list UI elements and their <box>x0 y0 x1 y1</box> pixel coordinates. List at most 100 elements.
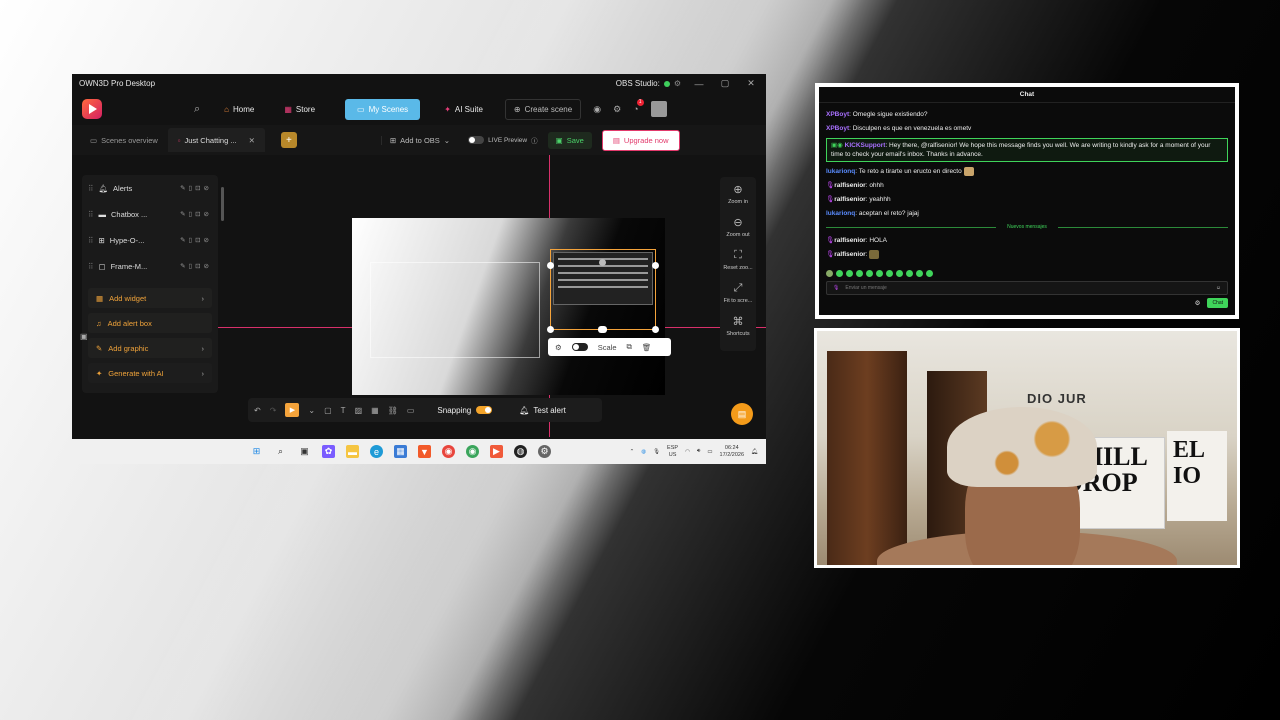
microphone-icon[interactable]: 🎙︎ <box>653 449 660 455</box>
emoji-picker-icon[interactable]: ☺ <box>1216 285 1221 291</box>
resize-handle[interactable] <box>598 326 607 333</box>
layer-item[interactable]: ⠿ ⊞ Hype-O-... ✎▯⊡⊘ <box>82 227 218 253</box>
frame-outline[interactable] <box>370 262 540 358</box>
obs-settings-icon[interactable]: ⚙ <box>674 79 681 88</box>
text-tool-icon[interactable]: T <box>341 406 346 415</box>
chat-settings-icon[interactable]: ⚙ <box>1195 299 1201 307</box>
resize-handle[interactable] <box>547 326 554 333</box>
undo-icon[interactable]: ↶ <box>254 406 261 415</box>
emote-icon[interactable] <box>826 270 833 278</box>
eye-icon[interactable]: ◉ <box>593 104 601 115</box>
live-preview-switch[interactable] <box>468 136 485 144</box>
live-preview-toggle[interactable]: LIVE Preview ⓘ <box>468 135 538 145</box>
add-to-obs-button[interactable]: ⊞ Add to OBS ⌄ <box>380 135 450 145</box>
minimize-icon[interactable]: — <box>691 79 707 89</box>
drag-handle-icon[interactable]: ⠿ <box>88 184 94 193</box>
tab-just-chatting[interactable]: ▫ Just Chatting ... ✕ <box>167 128 265 152</box>
layer-actions[interactable]: ✎▯⊡⊘ <box>180 236 212 244</box>
zoom-in-button[interactable]: ⊕ Zoom in <box>728 183 748 205</box>
obs-app-icon[interactable]: ◍ <box>514 445 527 458</box>
help-chat-button[interactable]: ▤ <box>731 403 753 425</box>
upgrade-button[interactable]: ▤ Upgrade now <box>601 129 680 151</box>
chat-username[interactable]: ralfisenior <box>834 196 865 203</box>
wifi-icon[interactable]: ◠ <box>685 449 690 455</box>
drag-handle-icon[interactable]: ⠿ <box>88 236 94 245</box>
select-tool-icon[interactable]: ▶ <box>285 403 300 417</box>
nav-home[interactable]: ⌂ Home <box>224 105 254 114</box>
tray-app-icon[interactable]: ◍ <box>641 449 646 455</box>
test-alert-button[interactable]: 🔔︎ Test alert <box>519 406 566 415</box>
nav-my-scenes[interactable]: ▭ My Scenes <box>345 98 421 120</box>
search-icon[interactable]: ⌕ <box>194 103 200 116</box>
notification-bell-icon[interactable]: 🔔︎ <box>751 449 758 455</box>
layer-item[interactable]: ⠿ ▬ Chatbox ... ✎▯⊡⊘ <box>82 201 218 227</box>
drag-handle-icon[interactable]: ⠿ <box>88 210 94 219</box>
chat-username[interactable]: KICKSupport <box>845 142 886 149</box>
zoom-out-button[interactable]: ⊖ Zoom out <box>726 216 749 238</box>
chrome-profile-icon[interactable]: ◉ <box>466 445 479 458</box>
chevron-down-icon[interactable]: ⌄ <box>308 406 315 415</box>
emote-icon[interactable] <box>866 270 873 278</box>
add-alert-box-button[interactable]: ♫ Add alert box <box>88 313 212 333</box>
rectangle-tool-icon[interactable]: ▢ <box>324 406 332 415</box>
battery-icon[interactable]: ▭ <box>707 449 712 455</box>
widget-tool-icon[interactable]: ▭ <box>407 406 415 415</box>
redo-icon[interactable]: ↷ <box>270 406 277 415</box>
create-scene-button[interactable]: ⊕ Create scene <box>504 98 582 120</box>
emote-icon[interactable] <box>876 270 883 278</box>
resize-handle[interactable] <box>652 326 659 333</box>
layer-item[interactable]: ⠿ 🔔︎ Alerts ✎▯⊡⊘ <box>82 175 218 201</box>
resize-handle[interactable] <box>652 262 659 269</box>
scale-toggle[interactable] <box>571 343 588 351</box>
snapping-switch[interactable] <box>476 406 493 414</box>
chat-username[interactable]: XPBoyt <box>826 125 849 132</box>
chat-username[interactable]: lukarionq <box>826 168 855 175</box>
tab-close-icon[interactable]: ✕ <box>249 136 255 145</box>
layers-scrollbar[interactable] <box>221 187 224 221</box>
own3d-logo-icon[interactable] <box>82 99 102 119</box>
rotate-handle[interactable] <box>599 259 606 266</box>
shortcuts-button[interactable]: ⌘ Shortcuts <box>726 315 749 337</box>
emote-icon[interactable] <box>916 270 923 278</box>
chat-username[interactable]: ralfisenior <box>834 251 865 258</box>
layer-actions[interactable]: ✎▯⊡⊘ <box>180 262 212 270</box>
brave-icon[interactable]: ▼ <box>418 445 431 458</box>
scene-canvas[interactable] <box>352 218 665 395</box>
search-icon[interactable]: ⌕ <box>274 445 287 458</box>
layer-item[interactable]: ⠿ ▢ Frame-M... ✎▯⊡⊘ <box>82 253 218 279</box>
chat-username[interactable]: ralfisenior <box>834 182 865 189</box>
reset-zoom-button[interactable]: ⛶ Reset zoo... <box>723 249 752 271</box>
clock[interactable]: 06:24 17/2/2026 <box>720 445 744 459</box>
twitch-icon[interactable]: ▣ <box>80 332 88 341</box>
edge-icon[interactable]: e <box>370 445 383 458</box>
layer-actions[interactable]: ✎▯⊡⊘ <box>180 184 212 192</box>
generate-ai-button[interactable]: ✦ Generate with AI › <box>88 363 212 383</box>
chat-send-button[interactable]: Chat <box>1207 298 1228 309</box>
emote-icon[interactable] <box>856 270 863 278</box>
volume-icon[interactable]: 🔊︎ <box>697 448 700 455</box>
emote-icon[interactable] <box>846 270 853 278</box>
file-explorer-icon[interactable]: ▬ <box>346 445 359 458</box>
duplicate-icon[interactable]: ⧉ <box>627 342 632 352</box>
emote-icon[interactable] <box>896 270 903 278</box>
fit-screen-button[interactable]: ⤢ Fit to scre... <box>724 282 753 304</box>
store-app-icon[interactable]: ▦ <box>394 445 407 458</box>
chat-username[interactable]: lukarionq <box>826 210 855 217</box>
selected-chatbox[interactable] <box>547 249 659 333</box>
settings-app-icon[interactable]: ⚙ <box>538 445 551 458</box>
settings-icon[interactable]: ⚙ <box>555 343 562 352</box>
task-view-icon[interactable]: ▣ <box>298 445 311 458</box>
nav-ai-suite[interactable]: ✦ AI Suite <box>444 105 483 114</box>
copilot-icon[interactable]: ✿ <box>322 445 335 458</box>
nav-store[interactable]: ▦ Store <box>284 105 315 114</box>
video-tool-icon[interactable]: ▦ <box>371 406 379 415</box>
maximize-icon[interactable]: ▢ <box>717 78 733 89</box>
chrome-icon[interactable]: ◉ <box>442 445 455 458</box>
link-tool-icon[interactable]: ⛓ <box>388 406 398 415</box>
save-button[interactable]: ▣ Save <box>547 131 592 149</box>
chat-input[interactable]: 🎙︎ Enviar un mensaje ☺ <box>826 281 1228 296</box>
chat-username[interactable]: ralfisenior <box>834 237 865 244</box>
windows-start-icon[interactable]: ⊞ <box>250 445 263 458</box>
chevron-up-icon[interactable]: ⌃ <box>630 449 635 455</box>
emote-icon[interactable] <box>926 270 933 278</box>
